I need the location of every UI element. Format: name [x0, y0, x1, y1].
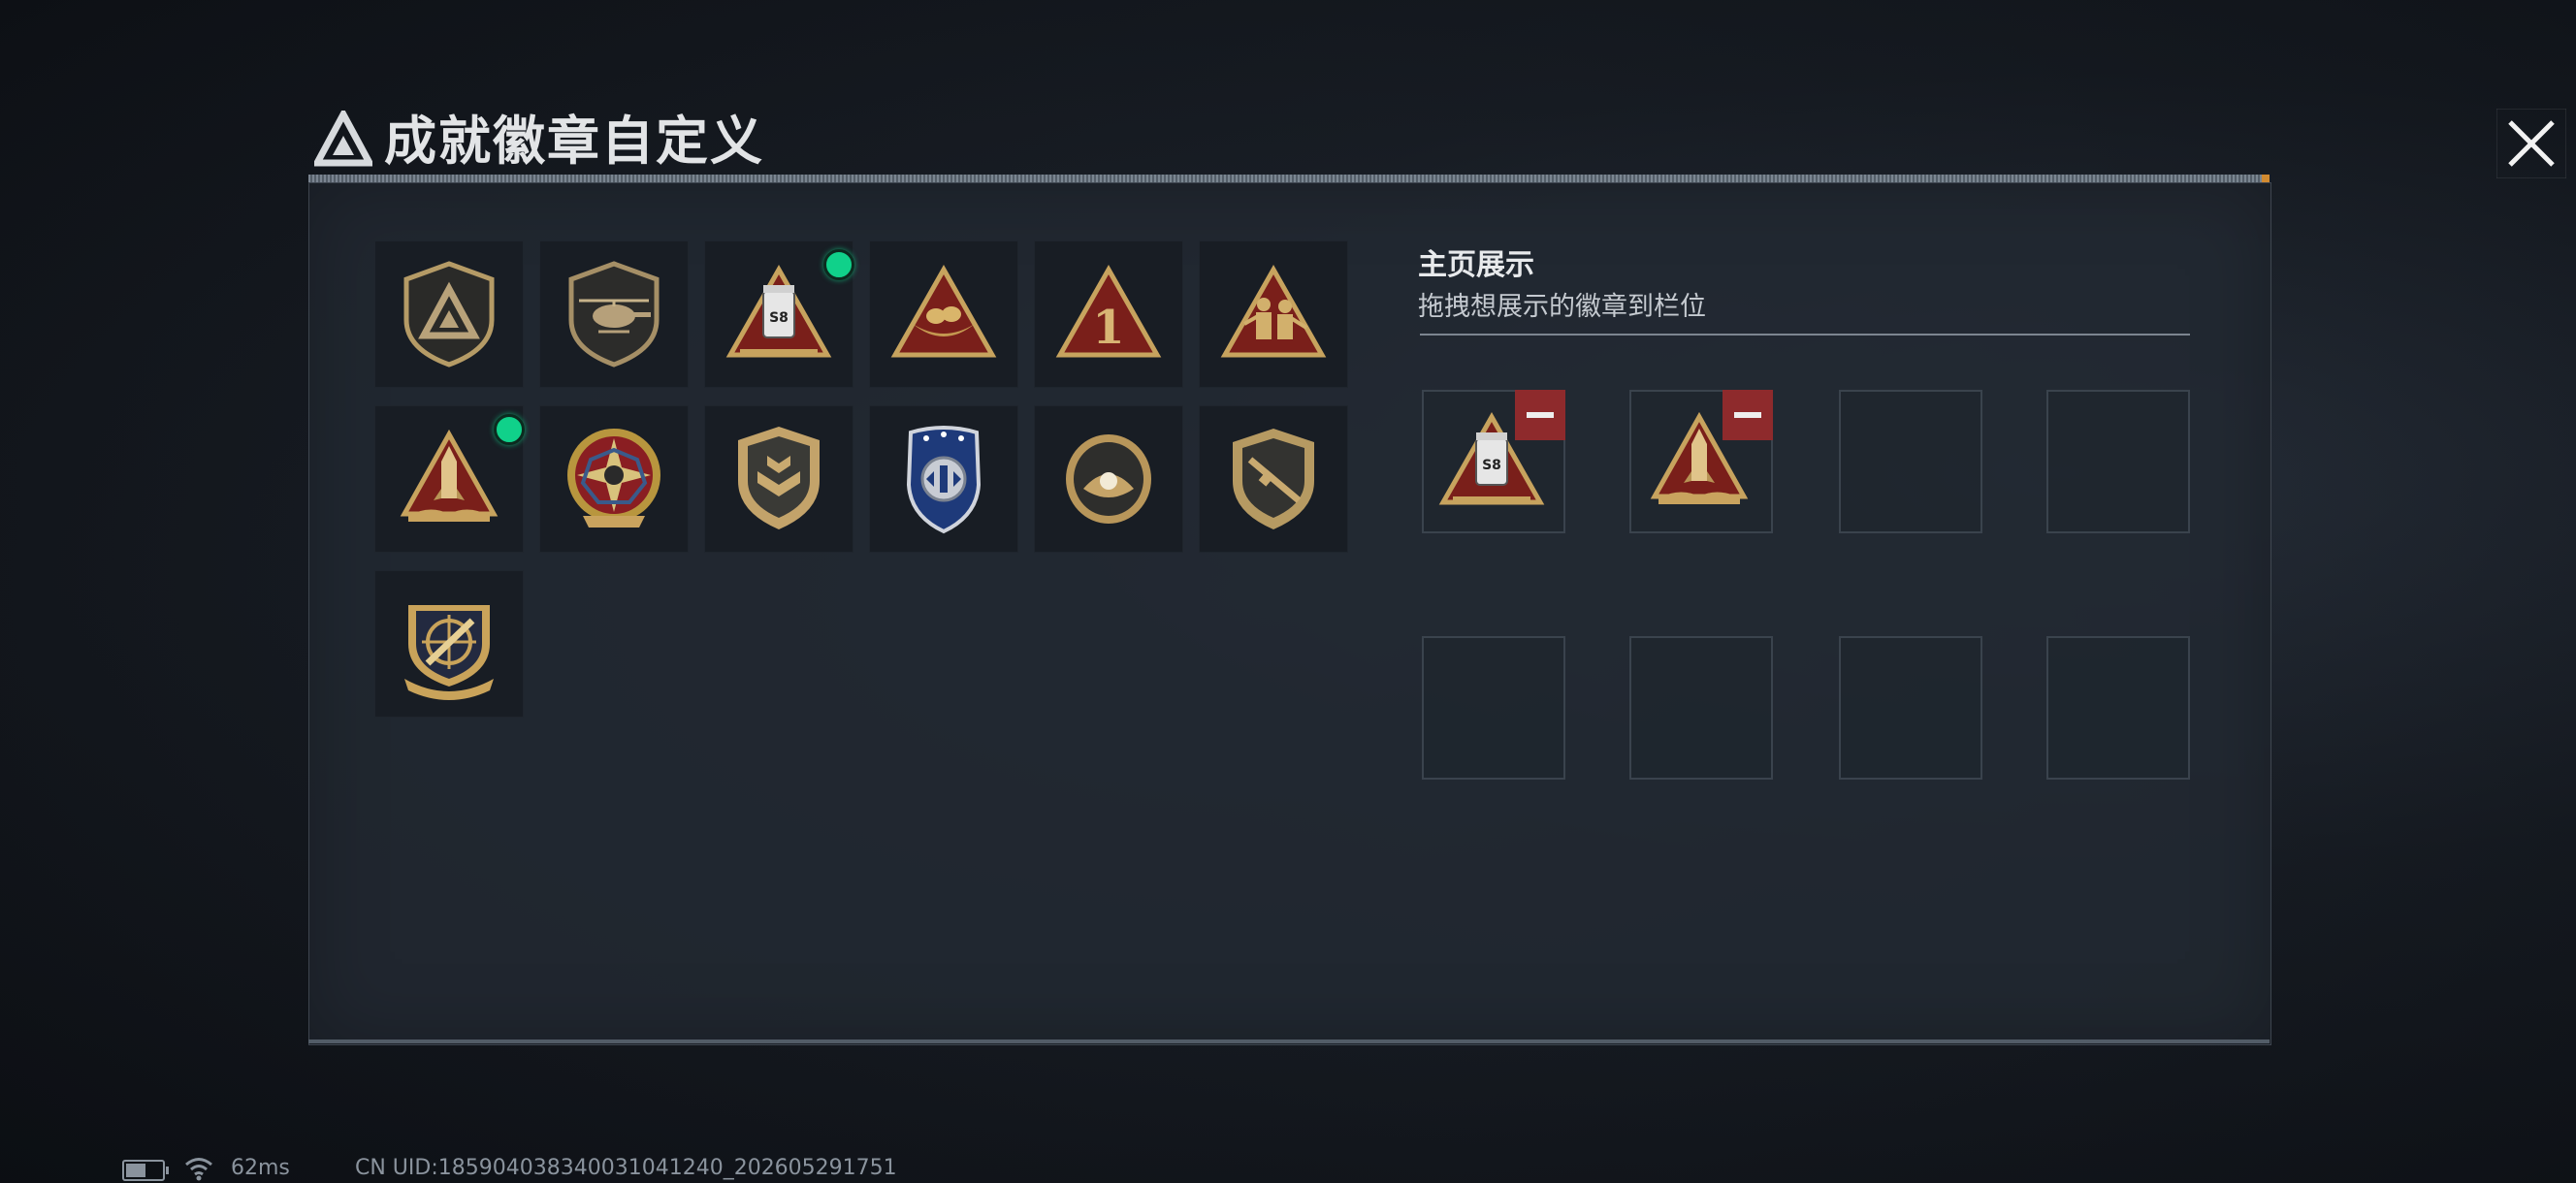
close-icon[interactable] — [2496, 109, 2566, 178]
panel-bottom-edge — [308, 1039, 2270, 1043]
badge-item[interactable] — [1034, 405, 1183, 553]
badge-item[interactable] — [374, 570, 524, 718]
number-one-triangle-badge-icon: 1 — [1055, 264, 1162, 358]
badge-item[interactable] — [539, 240, 689, 388]
showcase-slot-empty[interactable] — [1422, 636, 1565, 780]
showcase-slot[interactable]: S8 — [1422, 390, 1565, 533]
showcase-subtitle: 拖拽想展示的徽章到栏位 — [1418, 292, 1706, 322]
header-divider — [308, 175, 2268, 182]
badge-item[interactable] — [1199, 405, 1348, 553]
badge-item[interactable] — [704, 405, 853, 553]
wifi-icon — [185, 1158, 212, 1181]
compass-star-medal-badge-icon — [567, 429, 660, 528]
showcase-slot[interactable] — [1629, 390, 1773, 533]
showcase-slot-empty[interactable] — [1629, 636, 1773, 780]
s8-triangle-badge-icon: S8 — [725, 264, 832, 358]
pearl-oval-badge-icon — [1066, 434, 1151, 524]
badge-item[interactable] — [869, 405, 1018, 553]
showcase-divider — [1420, 334, 2190, 336]
delta-logo-shield-badge-icon — [403, 261, 495, 368]
battery-icon — [122, 1160, 169, 1181]
badge-item[interactable] — [869, 240, 1018, 388]
badge-item[interactable]: 1 — [1034, 240, 1183, 388]
remove-badge-button[interactable] — [1515, 390, 1565, 440]
svg-text:S8: S8 — [1482, 458, 1501, 473]
badge-item[interactable]: S8 — [704, 240, 854, 388]
new-indicator-dot — [494, 414, 525, 445]
dialog-title: 成就徽章自定义 — [384, 111, 764, 172]
rifle-shield-badge-icon — [1233, 429, 1314, 529]
crosshair-missile-crest-badge-icon — [404, 605, 494, 700]
ping-value: 62ms — [231, 1156, 290, 1180]
new-indicator-dot — [823, 249, 854, 280]
showcase-slot-empty[interactable] — [1839, 636, 1982, 780]
battery-level — [126, 1164, 145, 1177]
helicopter-shield-badge-icon — [568, 261, 660, 368]
showcase-slot-empty[interactable] — [2046, 636, 2190, 780]
badge-item[interactable] — [539, 405, 689, 553]
soldiers-triangle-badge-icon — [1220, 264, 1327, 358]
rocket-triangle-badge-icon — [400, 429, 499, 522]
badge-item[interactable] — [374, 405, 525, 553]
delta-logo-icon — [314, 111, 372, 167]
remove-badge-button[interactable] — [1723, 390, 1773, 440]
header-divider-accent — [2262, 175, 2270, 182]
nest-eggs-triangle-badge-icon — [890, 264, 997, 358]
blue-police-shield-badge-icon — [906, 426, 982, 534]
svg-text:S8: S8 — [769, 310, 789, 326]
dialog-header: 成就徽章自定义 — [308, 101, 2566, 180]
showcase-slot-empty[interactable] — [1839, 390, 1982, 533]
badge-item[interactable] — [1199, 240, 1348, 388]
badge-item[interactable] — [374, 240, 524, 388]
showcase-title: 主页展示 — [1418, 248, 1534, 282]
svg-text:1: 1 — [1092, 301, 1124, 355]
chevron-shield-badge-icon — [738, 427, 820, 529]
uid-text: CN UID:185904038340031041240_20260529175… — [355, 1156, 897, 1180]
showcase-slot-empty[interactable] — [2046, 390, 2190, 533]
